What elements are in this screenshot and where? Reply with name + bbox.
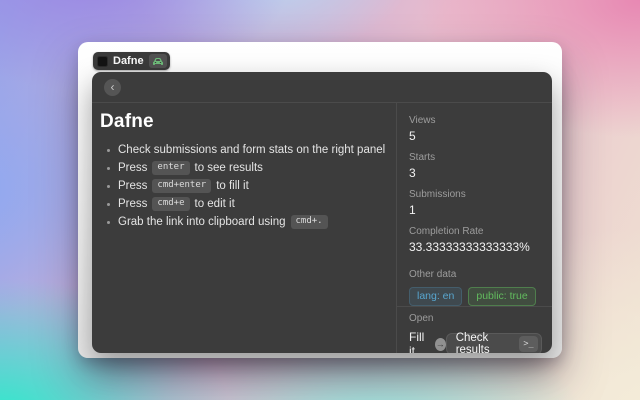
terminal-prompt-icon: >_ [519, 336, 538, 352]
instruction-text: to see results [195, 162, 263, 174]
detail-content: Dafne Check submissions and form stats o… [92, 103, 396, 353]
instruction-text: Press [118, 198, 147, 210]
stat-label: Submissions [409, 189, 540, 201]
open-section: Open Fill it → Check results >_ [397, 306, 552, 353]
list-item: Check submissions and form stats on the … [100, 141, 394, 159]
bullet-icon [107, 185, 110, 188]
app-window: Dafne ‹ Dafne Check submissions a [78, 42, 562, 358]
page-title: Dafne [100, 111, 394, 133]
panel-body: Dafne Check submissions and form stats o… [92, 103, 552, 353]
stat-value: 3 [409, 166, 540, 180]
instruction-text: to fill it [216, 180, 249, 192]
stat-starts: Starts 3 [409, 152, 540, 180]
app-pill[interactable]: Dafne [93, 52, 170, 70]
tag-lang: lang: en [409, 287, 462, 306]
stat-submissions: Submissions 1 [409, 189, 540, 217]
form-app-icon [97, 56, 108, 67]
list-item: Grab the link into clipboard using cmd+. [100, 213, 394, 231]
tag-public: public: true [468, 287, 535, 306]
instruction-text: to edit it [195, 198, 235, 210]
stat-label: Completion Rate [409, 226, 540, 238]
bullet-icon [107, 203, 110, 206]
kbd-shortcut: cmd+. [291, 215, 328, 230]
car-icon-box [149, 54, 167, 68]
tag-list: lang: en public: true [409, 287, 540, 306]
instruction-text: Press [118, 180, 147, 192]
list-item: Press cmd+e to edit it [100, 195, 394, 213]
kbd-shortcut: cmd+e [152, 197, 189, 212]
action-bar: Fill it → Check results >_ [409, 330, 542, 353]
stat-value: 33.33333333333333% [409, 240, 540, 254]
stat-value: 1 [409, 203, 540, 217]
back-button[interactable]: ‹ [104, 79, 121, 96]
open-label: Open [409, 313, 542, 325]
app-pill-label: Dafne [113, 56, 144, 67]
command-palette-panel: ‹ Dafne Check submissions and form stats… [92, 72, 552, 353]
panel-header: ‹ [92, 72, 552, 103]
stat-value: 5 [409, 129, 540, 143]
car-icon [152, 57, 164, 66]
kbd-shortcut: enter [152, 161, 189, 176]
bullet-icon [107, 167, 110, 170]
check-results-button[interactable]: Check results >_ [446, 333, 542, 353]
other-data-label: Other data [409, 269, 540, 281]
arrow-right-icon: → [435, 338, 446, 351]
bullet-icon [107, 221, 110, 224]
instruction-text: Check submissions and form stats on the … [118, 144, 385, 156]
stat-label: Views [409, 115, 540, 127]
metadata-panel: Views 5 Starts 3 Submissions 1 Completio… [396, 103, 552, 353]
instruction-text: Press [118, 162, 147, 174]
fill-it-label: Fill it [409, 330, 430, 353]
list-item: Press cmd+enter to fill it [100, 177, 394, 195]
stat-completion-rate: Completion Rate 33.33333333333333% [409, 226, 540, 254]
fill-it-action[interactable]: Fill it → [409, 330, 446, 353]
stat-views: Views 5 [409, 115, 540, 143]
instruction-text: Grab the link into clipboard using [118, 216, 286, 228]
check-results-label: Check results [456, 332, 512, 353]
kbd-shortcut: cmd+enter [152, 179, 211, 194]
stat-label: Starts [409, 152, 540, 164]
instructions-list: Check submissions and form stats on the … [100, 141, 394, 231]
chevron-left-icon: ‹ [111, 81, 115, 93]
bullet-icon [107, 149, 110, 152]
other-data-section: Other data lang: en public: true [409, 269, 540, 306]
list-item: Press enter to see results [100, 159, 394, 177]
